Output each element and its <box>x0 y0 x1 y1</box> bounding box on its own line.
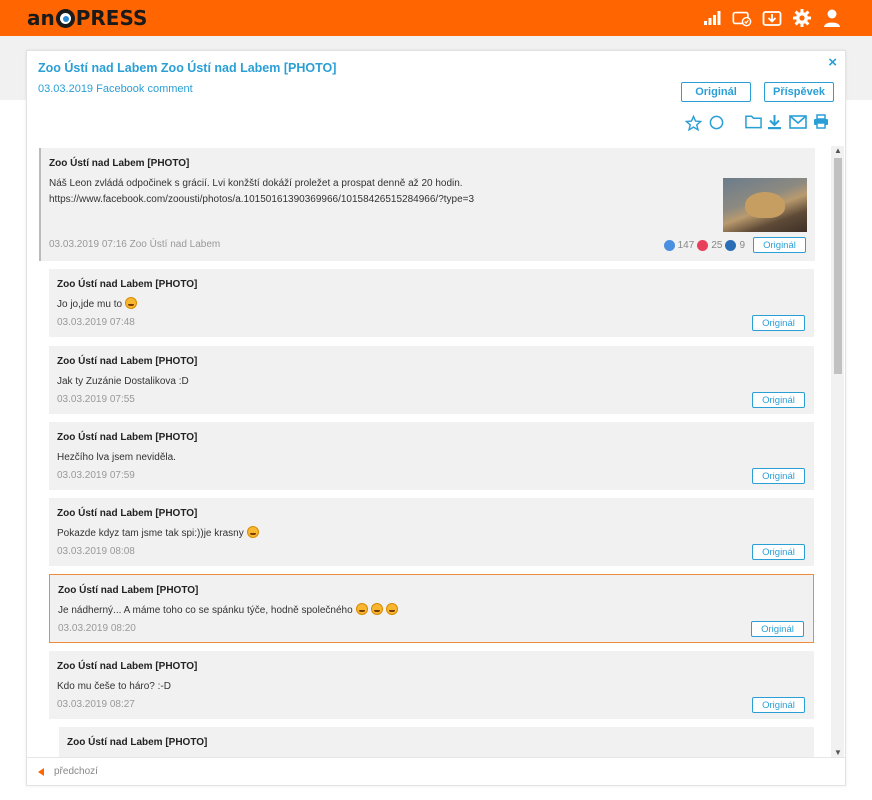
circle-icon[interactable] <box>709 115 727 133</box>
detail-panel: × Zoo Ústí nad Labem Zoo Ústí nad Labem … <box>26 50 846 786</box>
joy-emoji-icon <box>385 603 398 615</box>
comment-card: Zoo Ústí nad Labem [PHOTO] Hezčího lva j… <box>49 422 814 490</box>
previous-label: předchozí <box>54 766 98 777</box>
comment-author: Zoo Ústí nad Labem [PHOTO] <box>58 585 199 596</box>
comment-time: 03.03.2019 08:08 <box>57 546 135 557</box>
like-count: 147 <box>677 240 695 251</box>
vertical-scrollbar[interactable]: ▲ ▼ <box>831 146 844 757</box>
post-photo[interactable] <box>723 178 807 232</box>
comment-author: Zoo Ústí nad Labem [PHOTO] <box>57 508 198 519</box>
post-meta: 03.03.2019 07:16 Zoo Ústí nad Labem <box>49 239 221 250</box>
action-icons <box>745 114 833 134</box>
scroll-down-icon[interactable]: ▼ <box>834 748 842 757</box>
gear-icon[interactable] <box>792 8 812 28</box>
arrow-left-icon <box>38 767 44 776</box>
comment-author: Zoo Ústí nad Labem [PHOTO] <box>57 661 198 672</box>
comment-card-highlighted: Zoo Ústí nad Labem [PHOTO] Je nádherný..… <box>49 574 814 643</box>
post-author: Zoo Ústí nad Labem [PHOTO] <box>49 158 190 169</box>
post-text: Náš Leon zvládá odpočinek s grácií. Lvi … <box>49 178 463 189</box>
comment-author: Zoo Ústí nad Labem [PHOTO] <box>57 356 198 367</box>
panel-footer: předchozí <box>27 757 845 785</box>
comment-text: Jak ty Zuzánie Dostalikova :D <box>57 376 189 387</box>
comment-author: Zoo Ústí nad Labem [PHOTO] <box>57 279 198 290</box>
post-link[interactable]: https://www.facebook.com/zoousti/photos/… <box>49 192 474 207</box>
joy-emoji-icon <box>355 603 368 615</box>
page-subtitle: 03.03.2019 Facebook comment <box>38 83 193 95</box>
mail-icon[interactable] <box>789 114 813 134</box>
comment-author: Zoo Ústí nad Labem [PHOTO] <box>67 737 208 748</box>
heart-count: 25 <box>711 240 723 251</box>
user-icon[interactable] <box>822 8 842 28</box>
comment-card: Zoo Ústí nad Labem [PHOTO] Jak ty Zuzáni… <box>49 346 814 414</box>
signal-bars-icon[interactable] <box>702 8 722 28</box>
comment-text: Pokazde kdyz tam jsme tak spi:))je krasn… <box>57 526 259 541</box>
comment-author: Zoo Ústí nad Labem [PHOTO] <box>57 432 198 443</box>
comment-time: 03.03.2019 07:48 <box>57 317 135 328</box>
top-bar: an PRESS <box>0 0 872 36</box>
comment-time: 03.03.2019 08:27 <box>57 699 135 710</box>
comment-text: Kdo mu češe to háro? :-D <box>57 681 171 692</box>
post-button[interactable]: Příspěvek <box>764 82 834 102</box>
page-title: Zoo Ústí nad Labem Zoo Ústí nad Labem [P… <box>38 61 337 75</box>
top-icons <box>702 8 842 28</box>
folder-icon[interactable] <box>745 114 767 134</box>
rating-icons <box>684 114 727 134</box>
comment-card: Zoo Ústí nad Labem [PHOTO] Kdo mu češe t… <box>49 651 814 719</box>
cloud-sync-icon[interactable] <box>732 8 752 28</box>
previous-link[interactable]: předchozí <box>38 766 98 777</box>
logo-suffix: PRESS <box>75 6 148 30</box>
download-icon[interactable] <box>767 114 789 135</box>
star-icon[interactable] <box>684 114 703 133</box>
post-card: Zoo Ústí nad Labem [PHOTO] Náš Leon zvlá… <box>39 148 815 261</box>
comment-icon <box>725 240 737 251</box>
scroll-up-icon[interactable]: ▲ <box>834 146 842 155</box>
comment-time: 03.03.2019 07:55 <box>57 394 135 405</box>
comment-original-button[interactable]: Originál <box>752 315 805 331</box>
comment-text-value: Je nádherný... A máme toho co se spánku … <box>58 605 353 616</box>
comment-text: Je nádherný... A máme toho co se spánku … <box>58 603 398 618</box>
comment-card: Zoo Ústí nad Labem [PHOTO] Pokazde kdyz … <box>49 498 814 566</box>
comment-time: 03.03.2019 07:59 <box>57 470 135 481</box>
scrollbar-thumb[interactable] <box>834 158 842 374</box>
heart-icon <box>697 240 709 251</box>
print-icon[interactable] <box>813 114 833 134</box>
comment-original-button[interactable]: Originál <box>752 697 805 713</box>
close-icon[interactable]: × <box>828 54 837 71</box>
comment-original-button[interactable]: Originál <box>751 621 804 637</box>
post-original-button[interactable]: Originál <box>753 237 806 253</box>
comment-text: Jo jo,jde mu to <box>57 297 138 312</box>
original-button[interactable]: Originál <box>681 82 751 102</box>
comment-text-value: Jo jo,jde mu to <box>57 299 123 310</box>
comment-text: Hezčího lva jsem neviděla. <box>57 452 176 463</box>
comment-count: 9 <box>739 240 745 251</box>
comment-time: 03.03.2019 08:20 <box>58 623 136 634</box>
heart-eyes-emoji-icon <box>246 526 259 538</box>
comment-original-button[interactable]: Originál <box>752 392 805 408</box>
comment-text-value: Pokazde kdyz tam jsme tak spi:))je krasn… <box>57 528 244 539</box>
comments-scroll-area[interactable]: Zoo Ústí nad Labem [PHOTO] Náš Leon zvlá… <box>38 146 842 757</box>
grin-emoji-icon <box>125 297 138 309</box>
download-box-icon[interactable] <box>762 8 782 28</box>
joy-emoji-icon <box>370 603 383 615</box>
comment-card-nested: Zoo Ústí nad Labem [PHOTO] <box>59 727 814 757</box>
logo-eye-icon <box>55 8 75 28</box>
comment-original-button[interactable]: Originál <box>752 468 805 484</box>
post-reactions: 147 25 9 <box>663 240 745 251</box>
comment-original-button[interactable]: Originál <box>752 544 805 560</box>
like-icon <box>663 240 675 251</box>
app-logo[interactable]: an PRESS <box>27 6 147 30</box>
comment-card: Zoo Ústí nad Labem [PHOTO] Jo jo,jde mu … <box>49 269 814 337</box>
logo-prefix: an <box>27 6 55 30</box>
